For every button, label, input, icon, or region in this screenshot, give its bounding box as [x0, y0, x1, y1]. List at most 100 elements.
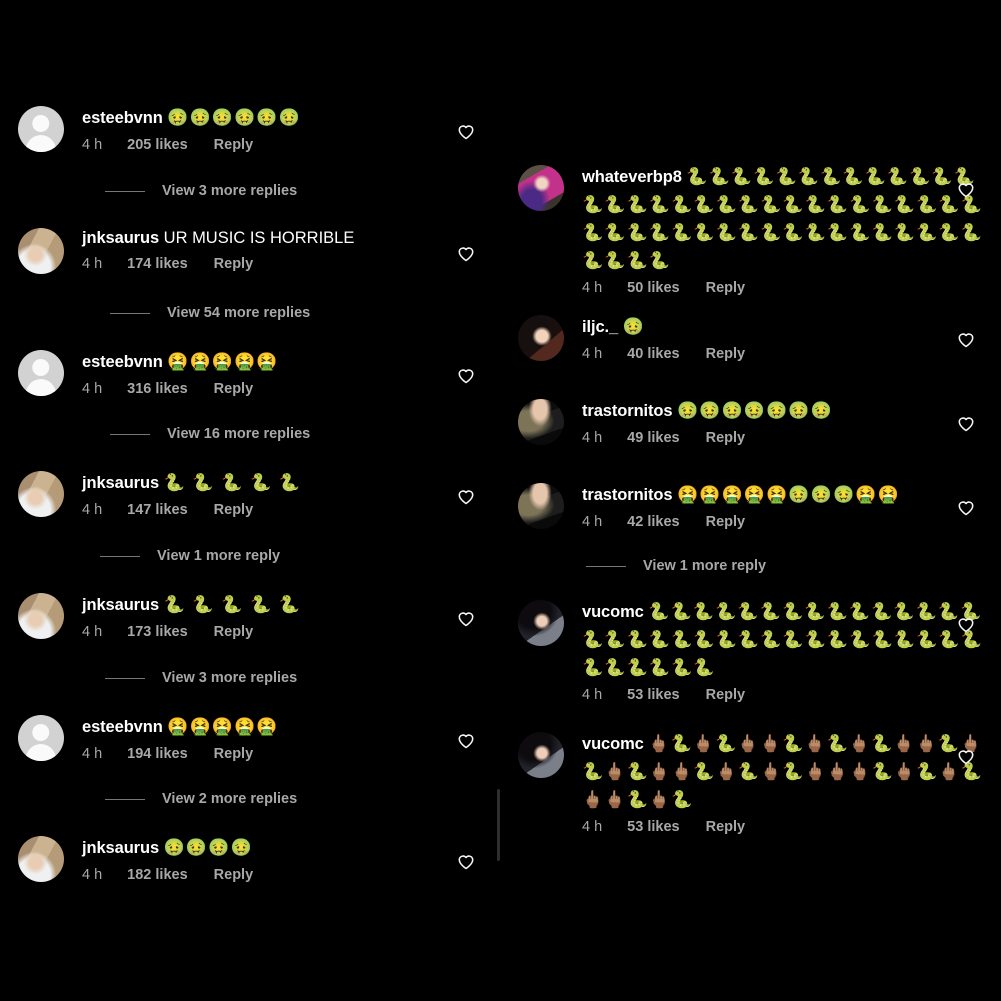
view-more-replies-button[interactable]: View 2 more replies: [105, 790, 297, 808]
comment-emoji-nauseated-face: 🤢🤢🤢🤢🤢🤢🤢: [677, 401, 833, 421]
comment-reply-button[interactable]: Reply: [706, 686, 746, 704]
comment-text-line: jnksaurus 🐍 🐍 🐍 🐍 🐍: [82, 591, 490, 619]
view-more-replies-button[interactable]: View 1 more reply: [100, 547, 280, 565]
comment-text-line: esteebvnn 🤮🤮🤮🤮🤮: [82, 348, 490, 376]
divider-dash: [105, 798, 145, 800]
comment-likes-count[interactable]: 147 likes: [127, 501, 187, 519]
comment-likes-count[interactable]: 173 likes: [127, 623, 187, 641]
comment-likes-count[interactable]: 40 likes: [627, 345, 679, 363]
like-heart-icon[interactable]: [955, 745, 977, 767]
comment-reply-button[interactable]: Reply: [214, 623, 254, 641]
comment-username[interactable]: esteebvnn: [82, 109, 163, 127]
comment-likes-count[interactable]: 182 likes: [127, 866, 187, 884]
comment-item[interactable]: vucomc 🐍🐍🐍🐍🐍🐍🐍🐍🐍🐍🐍🐍🐍🐍🐍🐍🐍🐍🐍🐍🐍🐍🐍🐍🐍🐍🐍🐍🐍🐍🐍🐍🐍…: [500, 598, 1000, 704]
avatar[interactable]: [18, 593, 64, 639]
comment-username[interactable]: iljc._: [582, 318, 618, 336]
view-more-replies-label: View 3 more replies: [162, 670, 298, 686]
comment-username[interactable]: vucomc: [582, 603, 644, 621]
comment-text-line: iljc._ 🤢: [582, 313, 990, 341]
avatar[interactable]: [18, 836, 64, 882]
avatar-wrap: [518, 315, 564, 361]
avatar[interactable]: [518, 600, 564, 646]
comment-body: vucomc 🖕🏽🐍🖕🏽🐍🖕🏽🖕🏽🐍🖕🏽🐍🖕🏽🐍🖕🏽🖕🏽🐍🖕🏽🐍🖕🏽🐍🖕🏽🖕🏽🐍…: [564, 730, 1000, 836]
like-heart-icon[interactable]: [955, 613, 977, 635]
view-more-replies-button[interactable]: View 3 more replies: [105, 669, 297, 687]
comment-item[interactable]: jnksaurus UR MUSIC IS HORRIBLE 4 h 174 lik…: [0, 226, 500, 274]
comment-timestamp: 4 h: [82, 381, 103, 397]
avatar[interactable]: [18, 471, 64, 517]
comment-username[interactable]: jnksaurus: [82, 839, 159, 857]
comment-likes-count[interactable]: 194 likes: [127, 745, 187, 763]
comment-likes-count[interactable]: 316 likes: [127, 380, 187, 398]
comment-reply-button[interactable]: Reply: [214, 745, 254, 763]
avatar[interactable]: [518, 165, 564, 211]
view-more-replies-button[interactable]: View 1 more reply: [586, 557, 766, 575]
comment-likes-count[interactable]: 49 likes: [627, 429, 679, 447]
comment-likes-count[interactable]: 53 likes: [627, 686, 679, 704]
comment-item[interactable]: trastornitos 🤢🤢🤢🤢🤢🤢🤢 4 h 49 likes Reply: [500, 397, 1000, 447]
scrollbar-thumb[interactable]: [497, 789, 500, 861]
comment-username[interactable]: esteebvnn: [82, 718, 163, 736]
like-heart-icon[interactable]: [455, 729, 477, 751]
like-heart-icon[interactable]: [955, 412, 977, 434]
avatar[interactable]: [18, 106, 64, 152]
comment-username[interactable]: trastornitos: [582, 486, 673, 504]
comment-username[interactable]: vucomc: [582, 735, 644, 753]
comment-emoji-nauseated-face: 🤢🤢🤢🤢: [163, 838, 253, 858]
like-heart-icon[interactable]: [955, 496, 977, 518]
comment-reply-button[interactable]: Reply: [214, 866, 254, 884]
comment-reply-button[interactable]: Reply: [706, 818, 746, 836]
comment-item[interactable]: whateverbp8 🐍🐍🐍🐍🐍🐍🐍🐍🐍🐍🐍🐍🐍🐍🐍🐍🐍🐍🐍🐍🐍🐍🐍🐍🐍🐍🐍🐍…: [500, 163, 1000, 297]
avatar-wrap: [518, 399, 564, 445]
comment-item[interactable]: vucomc 🖕🏽🐍🖕🏽🐍🖕🏽🖕🏽🐍🖕🏽🐍🖕🏽🐍🖕🏽🖕🏽🐍🖕🏽🐍🖕🏽🐍🖕🏽🖕🏽🐍…: [500, 730, 1000, 836]
like-heart-icon[interactable]: [455, 364, 477, 386]
like-heart-icon[interactable]: [455, 607, 477, 629]
comment-reply-button[interactable]: Reply: [214, 255, 254, 273]
comment-reply-button[interactable]: Reply: [214, 380, 254, 398]
like-heart-icon[interactable]: [455, 485, 477, 507]
comment-item[interactable]: esteebvnn 🤢🤢🤢🤢🤢🤢 4 h 205 likes Reply: [0, 104, 500, 154]
divider-dash: [586, 565, 626, 567]
comment-likes-count[interactable]: 50 likes: [627, 279, 679, 297]
avatar[interactable]: [518, 732, 564, 778]
avatar[interactable]: [18, 350, 64, 396]
comment-reply-button[interactable]: Reply: [214, 136, 254, 154]
comment-item[interactable]: esteebvnn 🤮🤮🤮🤮🤮 4 h 194 likes Reply: [0, 713, 500, 763]
comment-likes-count[interactable]: 174 likes: [127, 255, 187, 273]
avatar[interactable]: [18, 715, 64, 761]
like-heart-icon[interactable]: [455, 850, 477, 872]
avatar[interactable]: [518, 315, 564, 361]
like-heart-icon[interactable]: [955, 328, 977, 350]
avatar[interactable]: [518, 483, 564, 529]
comment-reply-button[interactable]: Reply: [706, 279, 746, 297]
comment-item[interactable]: trastornitos 🤮🤮🤮🤮🤮🤢🤢🤢🤮🤮 4 h 42 likes Reply: [500, 481, 1000, 531]
comment-item[interactable]: jnksaurus 🐍 🐍 🐍 🐍 🐍 4 h 173 likes Reply: [0, 591, 500, 641]
view-more-replies-button[interactable]: View 3 more replies: [105, 182, 297, 200]
avatar[interactable]: [18, 228, 64, 274]
comment-item[interactable]: iljc._ 🤢 4 h 40 likes Reply: [500, 313, 1000, 363]
view-more-replies-button[interactable]: View 54 more replies: [110, 304, 310, 322]
comment-reply-button[interactable]: Reply: [706, 429, 746, 447]
comment-username[interactable]: whateverbp8: [582, 168, 682, 186]
like-heart-icon[interactable]: [955, 178, 977, 200]
comment-likes-count[interactable]: 205 likes: [127, 136, 187, 154]
comment-username[interactable]: jnksaurus: [82, 474, 159, 492]
like-heart-icon[interactable]: [455, 242, 477, 264]
comment-item[interactable]: jnksaurus 🤢🤢🤢🤢 4 h 182 likes Reply: [0, 834, 500, 884]
comment-likes-count[interactable]: 53 likes: [627, 818, 679, 836]
like-heart-icon[interactable]: [455, 120, 477, 142]
comment-item[interactable]: esteebvnn 🤮🤮🤮🤮🤮 4 h 316 likes Reply: [0, 348, 500, 398]
comment-reply-button[interactable]: Reply: [706, 345, 746, 363]
comment-meta: 4 h 174 likes Reply: [82, 255, 490, 273]
comment-item[interactable]: jnksaurus 🐍 🐍 🐍 🐍 🐍 4 h 147 likes Reply: [0, 469, 500, 519]
comment-likes-count[interactable]: 42 likes: [627, 513, 679, 531]
comment-username[interactable]: jnksaurus: [82, 596, 159, 614]
comment-username[interactable]: esteebvnn: [82, 353, 163, 371]
comment-username[interactable]: jnksaurus: [82, 229, 159, 247]
view-more-replies-button[interactable]: View 16 more replies: [110, 425, 310, 443]
comment-username[interactable]: trastornitos: [582, 402, 673, 420]
avatar[interactable]: [518, 399, 564, 445]
comment-timestamp: 4 h: [582, 687, 603, 703]
comment-reply-button[interactable]: Reply: [706, 513, 746, 531]
comment-reply-button[interactable]: Reply: [214, 501, 254, 519]
